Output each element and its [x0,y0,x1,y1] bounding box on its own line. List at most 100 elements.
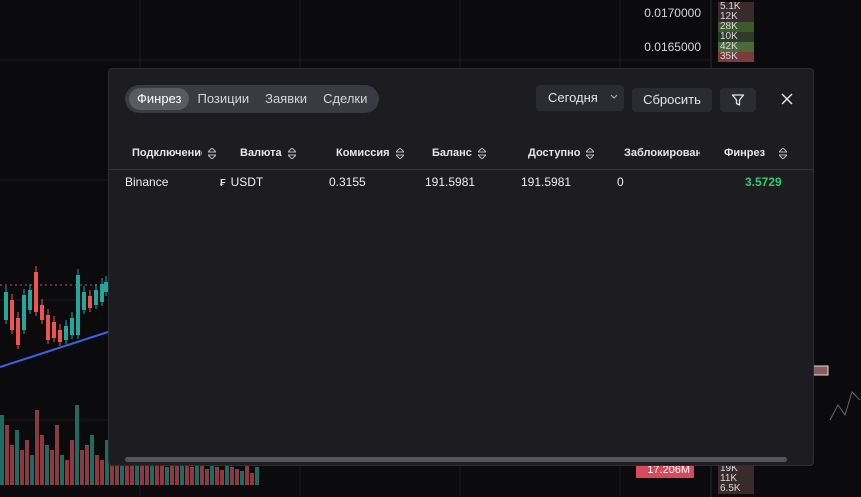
sort-icon [586,147,595,159]
volume-bar [225,463,229,485]
close-button[interactable] [777,89,797,109]
volume-bar [20,450,24,485]
exchange-icon: ₣ [220,178,226,189]
volume-bar [95,455,99,485]
cell-currency: ₣ USDT [220,175,263,189]
column-header-currency[interactable]: Валюта [240,147,310,159]
candle-body [34,272,38,312]
tab-orders[interactable]: Заявки [257,88,315,110]
volume-bar [55,425,59,485]
horizontal-scrollbar[interactable] [125,457,787,462]
column-header-connection[interactable]: Подключение [132,147,220,159]
column-header-commission[interactable]: Комиссия [336,147,416,159]
volume-bar [205,469,209,485]
table-row[interactable]: Binance ₣ USDT 0.3155 191.5981 191.5981 0… [109,171,813,193]
candle-body [28,290,32,310]
sort-icon [208,147,216,159]
price-label: 0.0165000 [644,40,701,54]
volume-bar [30,455,34,485]
column-label: Финрез [724,147,766,159]
volume-bar [90,435,94,485]
reset-button[interactable]: Сбросить [632,88,712,112]
volume-bar [200,465,204,485]
chevron-down-icon [610,94,618,99]
candle-body [58,330,62,342]
volume-bar [15,430,19,485]
column-label: Комиссия [336,147,390,159]
volume-bar [240,471,244,485]
candle-body [88,296,92,308]
volume-bar [215,467,219,485]
candle-body [70,318,74,335]
sort-icon [779,147,788,159]
volume-bar [80,450,84,485]
period-select-value: Сегодня [548,90,598,105]
sort-icon [395,147,404,159]
candle-body [64,326,68,340]
candle-body [52,322,56,338]
tab-pnl[interactable]: Финрез [129,88,190,110]
cell-blocked: 0 [617,175,624,189]
volume-bar [40,435,44,485]
volume-bar [50,450,54,485]
volume-bar [45,445,49,485]
column-header-blocked[interactable]: Заблокировано [624,147,700,159]
volume-bar [65,460,69,485]
volume-bar [220,470,224,485]
currency-value: USDT [230,175,264,189]
order-book-level: 35K [718,52,754,62]
volume-bar [250,473,254,485]
volume-bar [195,463,199,485]
table-header: Подключение Валюта Комиссия Баланс Досту… [109,139,813,170]
volume-bar [190,467,194,485]
candle-body [10,300,14,330]
candle-body [82,292,86,310]
candle-body [46,315,50,340]
column-label: Баланс [432,147,472,159]
volume-bar [0,415,4,485]
mini-line [829,391,861,421]
volume-bar [165,467,169,485]
column-header-balance[interactable]: Баланс [432,147,502,159]
volume-bar [75,405,79,485]
candle-body [94,290,98,305]
price-label: 0.0170000 [644,6,701,20]
candle-body [76,275,80,335]
tab-bar: Финрез Позиции Заявки Сделки [125,85,380,113]
volume-bar [130,463,134,485]
period-select[interactable]: Сегодня [536,85,624,111]
volume-bar [25,440,29,485]
filter-button[interactable] [720,88,756,112]
volume-bar [5,425,9,485]
column-label: Валюта [240,147,282,159]
volume-bar [60,455,64,485]
sort-icon [477,147,486,159]
pnl-modal: Финрез Позиции Заявки Сделки Сегодня Сбр… [108,68,814,466]
volume-bar [100,460,104,485]
candle-body [100,284,104,302]
volume-bar [230,467,234,485]
volume-bar [10,445,14,485]
cell-available: 191.5981 [521,175,572,189]
volume-bar [70,440,74,485]
column-header-pnl[interactable]: Финрез [724,147,794,159]
cell-pnl: 3.5729 [745,175,782,189]
candle-body [16,318,20,345]
cell-commission: 0.3155 [329,175,366,189]
price-marker [811,365,829,376]
column-header-available[interactable]: Доступно [528,147,608,159]
candle-body [22,295,26,330]
cell-connection: Binance [125,175,169,189]
candle-body [4,292,8,320]
close-icon [781,93,793,105]
column-label: Подключение [132,147,202,159]
tab-positions[interactable]: Позиции [189,88,257,110]
tab-trades[interactable]: Сделки [315,88,375,110]
order-book-level: 6.5K [718,484,754,494]
volume-bar [175,465,179,485]
volume-bar [245,465,249,485]
column-label: Доступно [528,147,581,159]
cell-balance: 191.5981 [425,175,476,189]
volume-bar [35,410,39,485]
volume-bar [210,465,214,485]
